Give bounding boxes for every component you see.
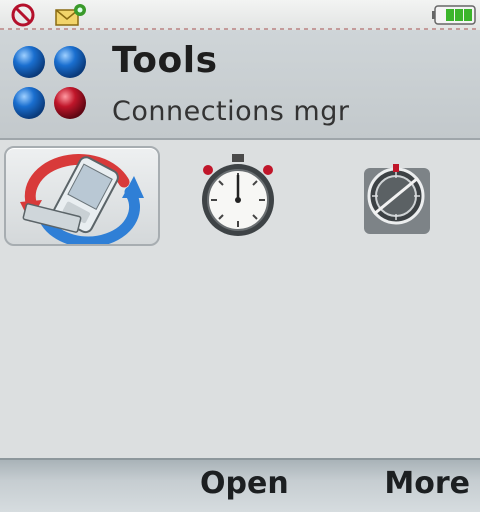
- grid-item-stopwatch[interactable]: [162, 146, 314, 242]
- grid-item-connections-manager[interactable]: [4, 146, 160, 246]
- more-softkey[interactable]: More: [384, 466, 470, 501]
- tools-grid: [0, 140, 480, 460]
- message-icon[interactable]: [54, 2, 88, 32]
- app-header: Tools Connections mgr: [0, 30, 480, 140]
- page-title: Tools: [112, 40, 218, 81]
- stopwatch-icon: [202, 154, 274, 236]
- no-network-icon: [10, 2, 36, 32]
- battery-icon: [432, 2, 478, 32]
- softkey-bar: Open More: [0, 458, 480, 512]
- page-subtitle: Connections mgr: [112, 96, 350, 127]
- settings-dial-icon: [364, 164, 430, 234]
- grid-item-settings-dial[interactable]: [322, 146, 474, 242]
- connections-manager-icon: [20, 153, 144, 244]
- open-softkey[interactable]: Open: [200, 466, 289, 501]
- status-bar: [0, 0, 480, 30]
- tools-app-icon: [10, 43, 90, 127]
